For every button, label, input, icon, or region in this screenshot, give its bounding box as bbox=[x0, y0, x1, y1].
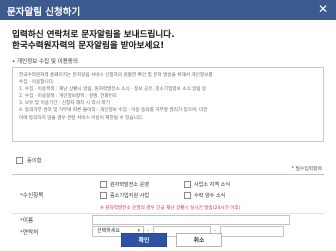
window-title: 문자알림 신청하기 bbox=[7, 7, 81, 18]
consent-section-title: • 개인정보 수집 및 이용동의 bbox=[12, 59, 78, 65]
agree-label: 동의함 bbox=[27, 158, 42, 164]
heading-line-2: 한국수력원자력의 문자알림을 받아보세요! bbox=[12, 41, 165, 51]
phone-label-text: 연락처 bbox=[22, 230, 39, 236]
subscribe-option-local[interactable]: 사업소 지역 소식 bbox=[184, 181, 230, 188]
row-divider bbox=[12, 213, 324, 214]
required-note: * 필수입력항목 bbox=[291, 167, 322, 172]
form-divider bbox=[12, 174, 324, 175]
subscribe-option-checkbox[interactable] bbox=[184, 192, 191, 199]
subscribe-label-text: 수신항목 bbox=[22, 193, 44, 199]
subscribe-option-label: 수력 양수 소식 bbox=[194, 193, 226, 199]
subscribe-option-npp[interactable]: 원자력발전소 운영 bbox=[100, 181, 149, 188]
window-titlebar: 문자알림 신청하기 ✕ bbox=[0, 0, 336, 20]
confirm-button[interactable]: 확인 bbox=[121, 233, 167, 247]
consent-line: 4. 동의거부 권리 및 거부에 따른 불이익 : 개인정보 수집 · 이용 동… bbox=[19, 108, 208, 114]
subscribe-option-label: 사업소 지역 소식 bbox=[194, 182, 231, 188]
subscribe-warning: ※ 원자력발전소 운영의 경우 긴급 재난 상황시 실시간 발송(24시간 이후… bbox=[100, 206, 241, 211]
subscribe-option-hydro[interactable]: 수력 양수 소식 bbox=[184, 192, 225, 199]
consent-line: 수집 · 이용합니다. bbox=[19, 80, 55, 86]
consent-line: 1. 수집 · 이용목적 : 재난 상황시 알림, 원자력발전소 소식 · 정보… bbox=[19, 87, 207, 93]
subscribe-option-checkbox[interactable] bbox=[100, 181, 107, 188]
phone-label: *연락처 bbox=[20, 228, 38, 236]
consent-line: 한국수력원자력 홈페이지는 문자알림 서비스 신청자의 원활한 확인 및 문자 … bbox=[19, 73, 213, 78]
subscribe-option-checkbox[interactable] bbox=[184, 181, 191, 188]
close-icon[interactable]: ✕ bbox=[316, 2, 330, 16]
page-heading: 입력하신 연락처로 문자알림을 보내드립니다. 한국수력원자력의 문자알림을 받… bbox=[12, 30, 174, 52]
subscribe-option-label: 원자력발전소 운영 bbox=[110, 182, 150, 188]
subscribe-option-label: 중소기업지원 사업 bbox=[110, 193, 150, 199]
consent-line: 3. 보유 및 이용기간 : 신청자 해지 시 즉시 파기 bbox=[19, 101, 110, 107]
agree-row: 동의함 bbox=[16, 155, 42, 165]
subscribe-option-sme[interactable]: 중소기업지원 사업 bbox=[100, 192, 149, 199]
heading-line-1: 입력하신 연락처로 문자알림을 보내드립니다. bbox=[12, 30, 175, 40]
consent-line: 2. 수집 · 이용항목 : 개인정보항목 : 성명, 전화번호 bbox=[19, 94, 118, 100]
cancel-button[interactable]: 취소 bbox=[176, 233, 222, 247]
phone-prefix-value: 선택하세요 bbox=[97, 228, 121, 234]
subscribe-label: *수신항목 bbox=[20, 191, 43, 199]
consent-text-box[interactable]: 한국수력원자력 홈페이지는 문자알림 서비스 신청자의 원활한 확인 및 문자 … bbox=[12, 67, 324, 142]
name-label: *이름 bbox=[20, 216, 33, 224]
agree-checkbox[interactable] bbox=[16, 156, 23, 164]
subscribe-option-checkbox[interactable] bbox=[100, 192, 107, 199]
name-label-text: 이름 bbox=[22, 218, 34, 224]
name-input[interactable] bbox=[92, 215, 290, 225]
phone-last-input[interactable] bbox=[220, 226, 284, 237]
consent-line: 이에 동의하지 않을 경우 관련 서비스 이용이 제한될 수 있습니다. bbox=[19, 115, 144, 121]
